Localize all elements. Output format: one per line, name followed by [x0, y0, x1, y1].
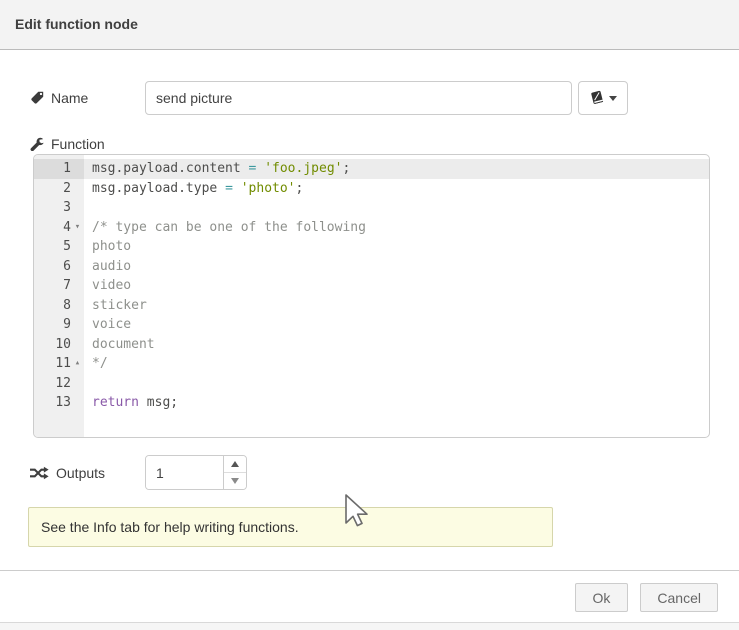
library-button[interactable] — [578, 81, 628, 115]
token-text: msg.payload.content — [92, 161, 249, 176]
line-number: 11 — [55, 356, 71, 371]
line-number: 2 — [63, 181, 71, 196]
line-number: 1 — [63, 161, 71, 176]
gutter-line-1: 1 — [34, 159, 84, 179]
code-line-5[interactable]: photo — [84, 237, 709, 257]
gutter-line-5: 5 — [34, 237, 84, 257]
dialog-form: Name — [0, 81, 739, 547]
chevron-down-icon — [609, 96, 617, 101]
line-number: 13 — [55, 395, 71, 410]
spinner-down-button[interactable] — [224, 473, 246, 489]
cancel-button[interactable]: Cancel — [640, 583, 718, 612]
form-tips: See the Info tab for help writing functi… — [28, 507, 553, 547]
token-op: = — [249, 161, 265, 176]
dialog-title: Edit function node — [15, 16, 138, 32]
token-text: msg; — [139, 395, 178, 410]
name-input[interactable] — [145, 81, 572, 115]
edit-function-dialog: Edit function node Name — [0, 0, 739, 630]
code-editor[interactable]: 1234▾567891011▴1213 msg.payload.content … — [33, 154, 710, 438]
dialog-header: Edit function node — [0, 0, 739, 50]
name-label: Name — [30, 90, 145, 106]
function-label: Function — [30, 135, 710, 152]
line-number: 3 — [63, 200, 71, 215]
code-line-2[interactable]: msg.payload.type = 'photo'; — [84, 179, 709, 199]
tag-icon — [30, 91, 44, 105]
outputs-input[interactable] — [146, 456, 223, 489]
code-line-11[interactable]: */ — [84, 354, 709, 374]
spinner-up-button[interactable] — [224, 456, 246, 473]
line-number: 10 — [55, 337, 71, 352]
gutter-line-11[interactable]: 11▴ — [34, 354, 84, 374]
gutter-line-2: 2 — [34, 179, 84, 199]
line-number: 7 — [63, 278, 71, 293]
gutter-line-3: 3 — [34, 198, 84, 218]
outputs-label: Outputs — [30, 465, 145, 481]
gutter-line-8: 8 — [34, 296, 84, 316]
name-label-text: Name — [51, 90, 88, 106]
editor-gutter: 1234▾567891011▴1213 — [34, 155, 84, 437]
line-number: 4 — [63, 220, 71, 235]
book-icon — [589, 90, 605, 106]
fold-up-icon[interactable]: ▴ — [71, 359, 84, 368]
gutter-line-9: 9 — [34, 315, 84, 335]
token-comment: document — [92, 337, 155, 352]
token-comment: sticker — [92, 298, 147, 313]
line-number: 9 — [63, 317, 71, 332]
token-comment: video — [92, 278, 131, 293]
ok-button[interactable]: Ok — [575, 583, 628, 612]
gutter-line-4[interactable]: 4▾ — [34, 218, 84, 238]
gutter-line-6: 6 — [34, 257, 84, 277]
name-row: Name — [30, 81, 710, 115]
token-text: ; — [342, 161, 350, 176]
token-str: 'photo' — [241, 181, 296, 196]
code-line-13[interactable]: return msg; — [84, 393, 709, 413]
token-kw: return — [92, 395, 139, 410]
outputs-row: Outputs — [30, 455, 710, 490]
line-number: 8 — [63, 298, 71, 313]
dialog-footer: Ok Cancel — [0, 570, 739, 622]
token-comment: /* type can be one of the following — [92, 220, 366, 235]
gutter-line-10: 10 — [34, 335, 84, 355]
code-line-10[interactable]: document — [84, 335, 709, 355]
triangle-up-icon — [231, 461, 239, 467]
token-comment: voice — [92, 317, 131, 332]
token-str: 'foo.jpeg' — [264, 161, 342, 176]
triangle-down-icon — [231, 478, 239, 484]
function-label-text: Function — [51, 136, 105, 152]
token-text: msg.payload.type — [92, 181, 225, 196]
code-line-7[interactable]: video — [84, 276, 709, 296]
token-op: = — [225, 181, 241, 196]
fold-down-icon[interactable]: ▾ — [71, 223, 84, 232]
token-text: ; — [296, 181, 304, 196]
code-line-9[interactable]: voice — [84, 315, 709, 335]
token-comment: photo — [92, 239, 131, 254]
code-line-1[interactable]: msg.payload.content = 'foo.jpeg'; — [84, 159, 709, 179]
gutter-line-12: 12 — [34, 374, 84, 394]
spinner-buttons — [223, 456, 246, 489]
outputs-label-text: Outputs — [56, 465, 105, 481]
gutter-line-13: 13 — [34, 393, 84, 413]
gutter-line-7: 7 — [34, 276, 84, 296]
token-comment: */ — [92, 356, 108, 371]
line-number: 6 — [63, 259, 71, 274]
shuffle-icon — [30, 466, 49, 480]
code-line-8[interactable]: sticker — [84, 296, 709, 316]
line-number: 5 — [63, 239, 71, 254]
line-number: 12 — [55, 376, 71, 391]
form-tips-text: See the Info tab for help writing functi… — [41, 519, 299, 535]
code-line-4[interactable]: /* type can be one of the following — [84, 218, 709, 238]
wrench-icon — [30, 137, 44, 151]
editor-code: msg.payload.content = 'foo.jpeg';msg.pay… — [84, 155, 709, 437]
token-comment: audio — [92, 259, 131, 274]
code-line-6[interactable]: audio — [84, 257, 709, 277]
code-line-3[interactable] — [84, 198, 709, 218]
outputs-spinner — [145, 455, 247, 490]
code-line-12[interactable] — [84, 374, 709, 394]
workspace-background — [0, 622, 739, 630]
